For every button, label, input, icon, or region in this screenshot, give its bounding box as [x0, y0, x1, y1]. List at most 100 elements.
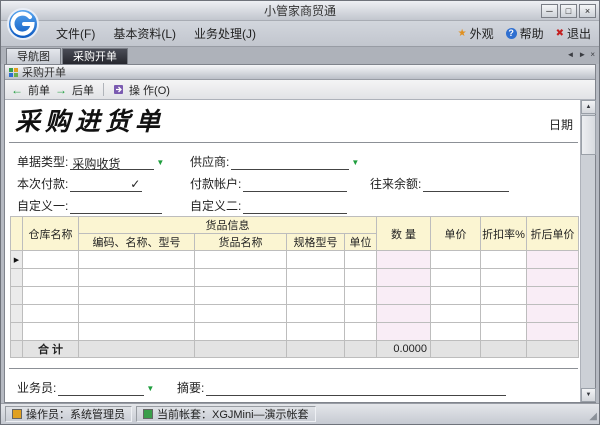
grid-cell[interactable]: [526, 250, 579, 269]
col-header-unit[interactable]: 单位: [344, 233, 377, 251]
grid-cell[interactable]: [194, 286, 287, 305]
grid-cell[interactable]: [430, 304, 481, 323]
grid-cell[interactable]: [286, 250, 345, 269]
grid-cell[interactable]: [78, 286, 195, 305]
grid-cell[interactable]: [22, 250, 79, 269]
grid-cell[interactable]: [194, 250, 287, 269]
grid-cell[interactable]: [78, 268, 195, 287]
salesman-dropdown-icon[interactable]: ▼: [146, 382, 154, 396]
grid-cell[interactable]: [286, 322, 345, 341]
grid-row: [10, 268, 579, 287]
grid-cell[interactable]: [376, 268, 431, 287]
tab-navigation[interactable]: 导航图: [6, 48, 61, 64]
grid-cell[interactable]: [526, 286, 579, 305]
next-doc-button[interactable]: 后单: [72, 82, 94, 98]
supplier-label: 供应商:: [190, 155, 230, 169]
help-button[interactable]: ? 帮助: [505, 25, 544, 42]
grid-cell[interactable]: [344, 250, 377, 269]
col-header-final-price[interactable]: 折后单价: [526, 216, 579, 251]
prev-doc-icon: ←: [11, 82, 23, 97]
grid-cell[interactable]: [376, 286, 431, 305]
grid-cell[interactable]: [526, 304, 579, 323]
tab-purchase-order[interactable]: 采购开单: [62, 48, 128, 64]
row-marker-cell: [10, 268, 23, 287]
grid-cell[interactable]: [430, 250, 481, 269]
operate-icon: [113, 84, 124, 95]
col-header-price[interactable]: 单价: [430, 216, 481, 251]
grid-cell[interactable]: [344, 286, 377, 305]
grid-cell[interactable]: [22, 286, 79, 305]
scrollbar-thumb[interactable]: [581, 115, 596, 155]
tab-strip: 导航图 采购开单 ◄ ► ×: [1, 47, 599, 64]
grid-cell[interactable]: [344, 322, 377, 341]
custom2-input[interactable]: [243, 199, 348, 214]
vertical-scrollbar[interactable]: ▲ ▼: [580, 100, 596, 402]
grid-cell[interactable]: [78, 322, 195, 341]
grid-cell[interactable]: [286, 286, 345, 305]
tab-scroll-right-icon[interactable]: ►: [578, 50, 586, 60]
menu-file[interactable]: 文件(F): [47, 22, 104, 45]
salesman-label: 业务员:: [17, 381, 57, 395]
doc-type-dropdown-icon[interactable]: ▼: [156, 156, 164, 170]
grid-cell[interactable]: [286, 268, 345, 287]
grid-cell[interactable]: [78, 304, 195, 323]
grid-cell[interactable]: [480, 250, 527, 269]
salesman-input[interactable]: [58, 381, 145, 396]
payment-input[interactable]: ✓: [70, 177, 143, 192]
close-button[interactable]: ×: [579, 4, 596, 18]
appearance-button[interactable]: ★ 外观: [458, 25, 494, 42]
grid-cell[interactable]: [376, 250, 431, 269]
col-header-name[interactable]: 货品名称: [194, 233, 287, 251]
prev-doc-button[interactable]: 前单: [28, 82, 50, 98]
resize-grip-icon[interactable]: ◢: [589, 411, 597, 422]
exit-button[interactable]: ✖ 退出: [556, 25, 591, 42]
doc-type-label: 单据类型:: [17, 155, 69, 169]
grid-cell[interactable]: [22, 304, 79, 323]
operator-icon: [12, 409, 22, 419]
grid-cell[interactable]: [430, 322, 481, 341]
grid-cell[interactable]: [194, 304, 287, 323]
grid-cell[interactable]: [526, 268, 579, 287]
doc-type-input[interactable]: 采购收货: [70, 155, 155, 171]
tab-scroll-left-icon[interactable]: ◄: [566, 50, 574, 60]
custom1-field-group: 自定义一:: [17, 197, 163, 214]
col-header-spec[interactable]: 规格型号: [286, 233, 345, 251]
tab-close-icon[interactable]: ×: [590, 50, 595, 60]
scroll-down-icon[interactable]: ▼: [581, 388, 596, 402]
grid-cell[interactable]: [22, 268, 79, 287]
menu-basic-data[interactable]: 基本资料(L): [104, 22, 185, 45]
custom1-input[interactable]: [70, 199, 163, 214]
col-header-qty[interactable]: 数 量: [376, 216, 431, 251]
grid-cell[interactable]: [376, 322, 431, 341]
maximize-button[interactable]: □: [560, 4, 577, 18]
grid-cell[interactable]: [526, 322, 579, 341]
grid-cell[interactable]: [430, 286, 481, 305]
summary-input[interactable]: [206, 381, 507, 396]
grid-cell[interactable]: [480, 268, 527, 287]
grid-cell[interactable]: [430, 268, 481, 287]
supplier-dropdown-icon[interactable]: ▼: [351, 156, 359, 170]
grid-cell[interactable]: [376, 304, 431, 323]
minimize-button[interactable]: ─: [541, 4, 558, 18]
app-logo-icon: [6, 7, 40, 41]
grid-cell[interactable]: [344, 304, 377, 323]
scroll-up-icon[interactable]: ▲: [581, 100, 596, 114]
grid-cell[interactable]: [194, 268, 287, 287]
grid-cell[interactable]: [194, 322, 287, 341]
grid-cell[interactable]: [480, 304, 527, 323]
menu-business[interactable]: 业务处理(J): [185, 22, 265, 45]
col-header-discount[interactable]: 折扣率%: [480, 216, 527, 251]
col-header-code[interactable]: 编码、名称、型号: [78, 233, 195, 251]
col-header-goods-info[interactable]: 货品信息: [78, 216, 377, 234]
supplier-input[interactable]: [231, 155, 350, 170]
grid-cell[interactable]: [480, 286, 527, 305]
grid-cell[interactable]: [344, 268, 377, 287]
operate-menu-button[interactable]: 操 作(O): [129, 82, 170, 98]
grid-cell[interactable]: [286, 304, 345, 323]
col-header-warehouse[interactable]: 仓库名称: [22, 216, 79, 251]
grid-cell[interactable]: [480, 322, 527, 341]
grid-cell[interactable]: [78, 250, 195, 269]
account-input[interactable]: [243, 177, 348, 192]
grid-cell[interactable]: [22, 322, 79, 341]
titlebar[interactable]: 小管家商贸通 ─ □ ×: [1, 1, 599, 21]
